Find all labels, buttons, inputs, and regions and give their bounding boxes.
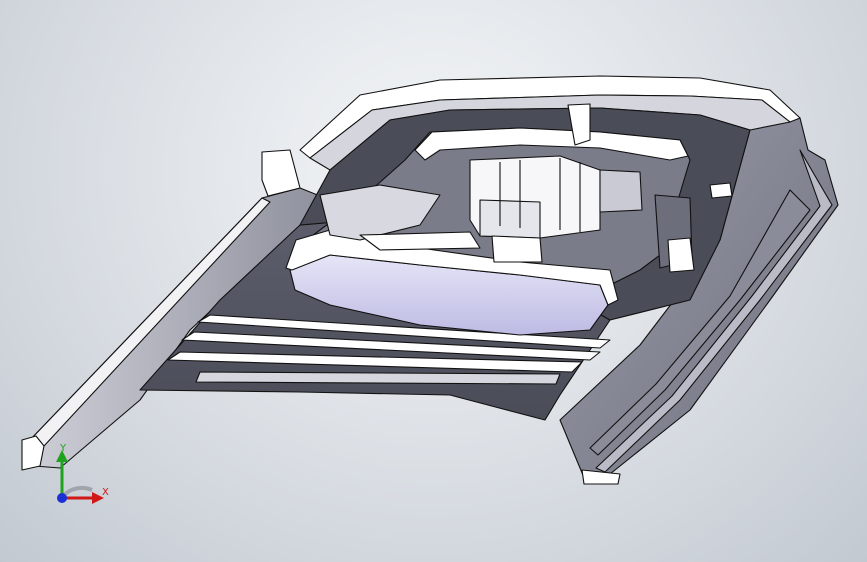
bracket-ribs	[359, 231, 481, 251]
connector-plug	[491, 235, 543, 263]
3d-part-model[interactable]	[0, 0, 867, 562]
view-orientation-triad: Y X	[40, 438, 120, 510]
z-axis-dot	[57, 493, 67, 503]
clip-right	[667, 237, 695, 273]
graphics-viewport[interactable]: Y X	[0, 0, 867, 562]
triad-axes	[56, 450, 104, 504]
y-axis-label: Y	[60, 443, 67, 454]
connector-front	[479, 199, 541, 239]
connector-tab-right	[599, 169, 643, 213]
side-notch	[709, 182, 733, 199]
vent-slot-4	[195, 371, 561, 385]
right-foot	[581, 469, 621, 485]
left-tab	[261, 149, 301, 197]
x-axis-label: X	[102, 487, 109, 498]
